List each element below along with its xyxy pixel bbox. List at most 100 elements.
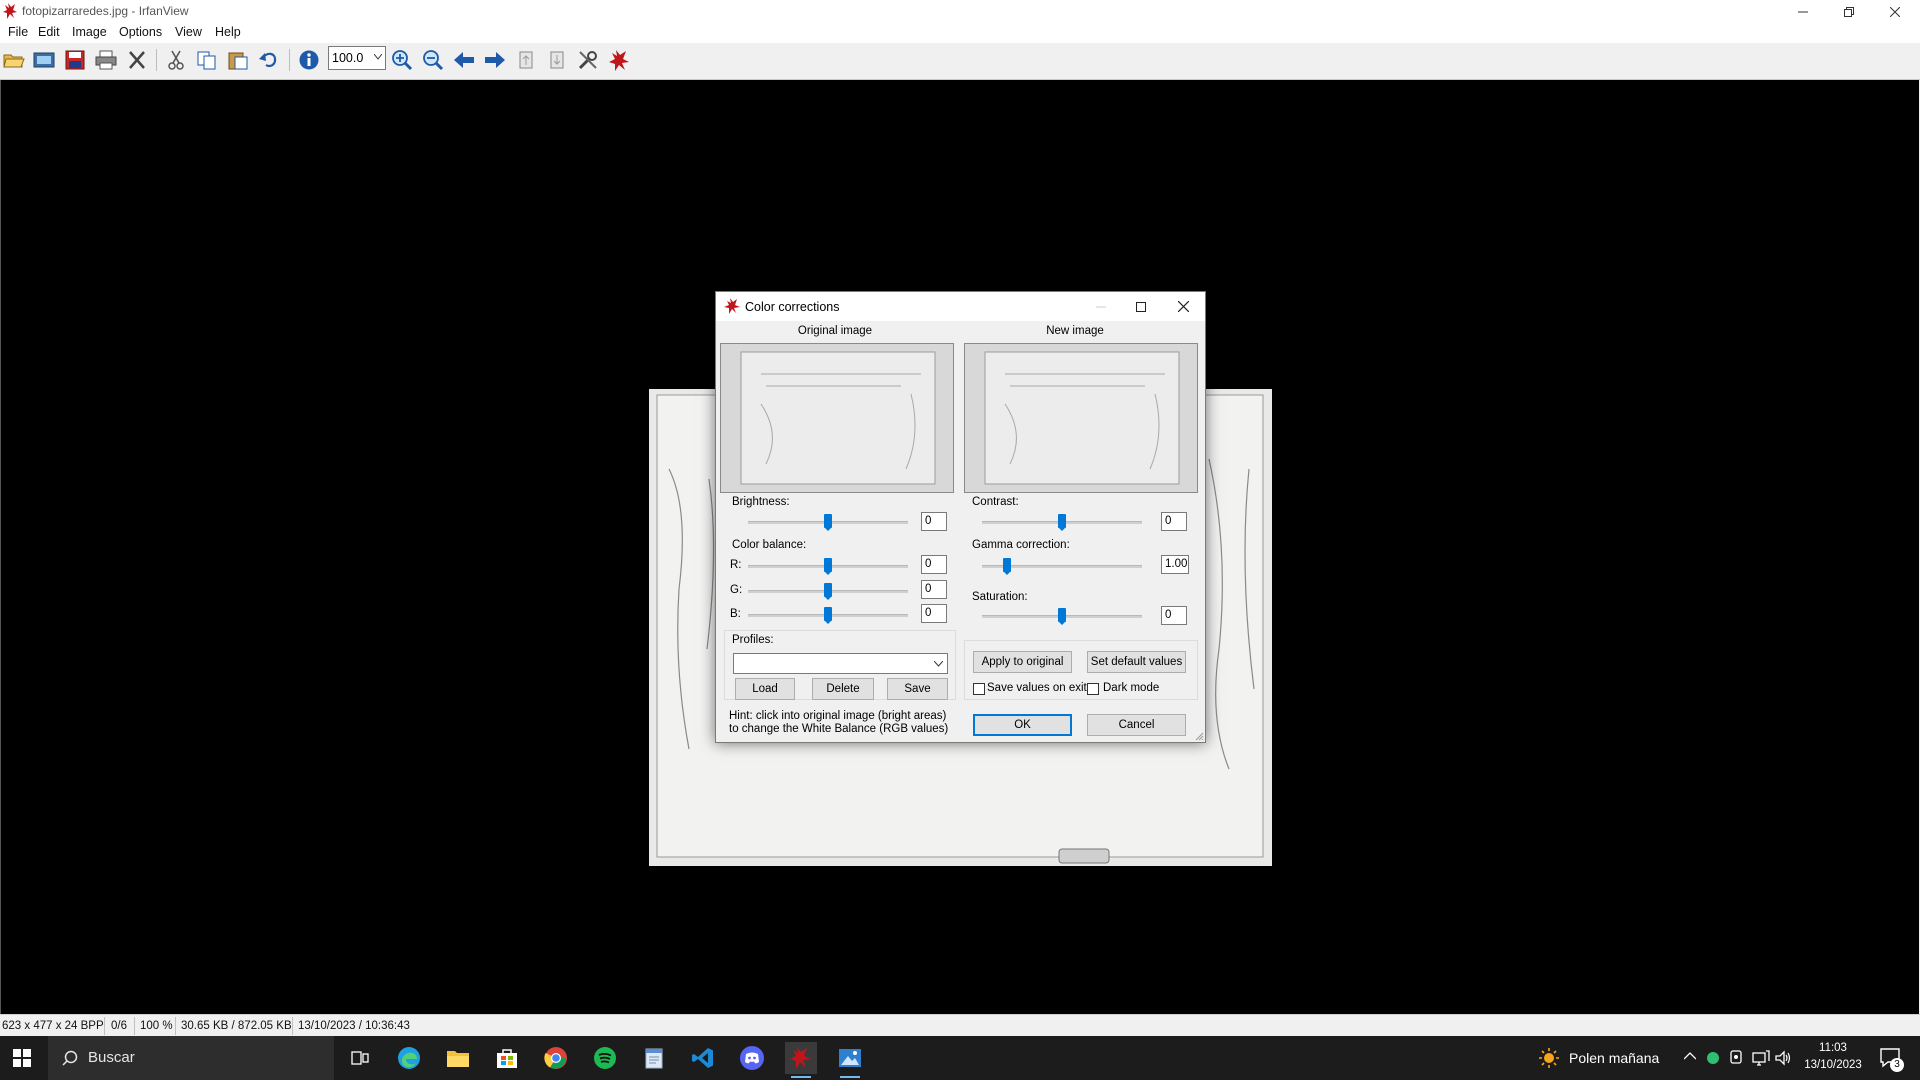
copy-icon [197,51,216,70]
gamma-slider-thumb[interactable] [1003,558,1011,575]
weather-icon [1539,1048,1559,1068]
b-slider-thumb[interactable] [824,607,832,624]
dialog-title-bar[interactable]: Color corrections [716,292,1205,321]
delete-profile-button[interactable]: Delete [812,678,874,700]
photos-taskbar-button[interactable] [834,1042,866,1078]
r-value[interactable]: 0 [921,555,947,574]
print-button[interactable] [93,47,119,73]
minimize-button[interactable] [1780,0,1826,24]
dialog-minimize-button[interactable] [1081,292,1121,321]
irfanview-icon [609,50,629,71]
zoom-out-button[interactable] [420,47,446,73]
info-button[interactable] [296,47,322,73]
resize-grip-icon[interactable] [1194,731,1204,741]
saturation-value[interactable]: 0 [1161,606,1187,625]
paste-icon [228,52,248,70]
brightness-slider-thumb[interactable] [824,514,832,531]
g-slider-thumb[interactable] [824,583,832,600]
zoom-in-icon [392,50,413,71]
save-button[interactable] [62,47,88,73]
notepad-taskbar-button[interactable] [638,1042,670,1074]
close-icon [1177,301,1189,312]
app-status-icon[interactable] [1706,1051,1720,1065]
load-profile-button[interactable]: Load [735,678,795,700]
notifications-button[interactable]: 3 [1876,1044,1906,1072]
original-image-label: Original image [797,325,873,337]
save-values-on-exit-checkbox[interactable] [973,683,985,695]
volume-icon[interactable] [1774,1049,1792,1067]
menu-view[interactable]: View [175,25,202,39]
menu-edit[interactable]: Edit [38,25,60,39]
hint-text: Hint: click into original image (bright … [729,710,949,735]
copy-button[interactable] [194,47,220,73]
status-separator [104,1017,105,1035]
chevron-up-icon[interactable] [1684,1052,1696,1060]
profiles-combobox[interactable] [733,653,948,674]
original-image-preview[interactable] [720,343,954,493]
taskbar-date[interactable]: 13/10/2023 [1800,1059,1866,1071]
zoom-value: 100.0 [332,51,364,65]
photos-icon [839,1049,861,1067]
dialog-close-button[interactable] [1161,292,1205,321]
saturation-slider-thumb[interactable] [1058,608,1066,625]
search-icon [62,1050,78,1066]
original-thumbnail [721,344,953,492]
new-image-label: New image [1046,325,1104,337]
apply-to-original-button[interactable]: Apply to original [973,651,1072,673]
paste-button[interactable] [225,47,251,73]
weather-text[interactable]: Polen mañana [1569,1050,1659,1066]
status-separator [134,1017,135,1035]
edge-taskbar-button[interactable] [393,1042,425,1074]
menu-help[interactable]: Help [215,25,241,39]
spotify-taskbar-button[interactable] [589,1042,621,1074]
g-value[interactable]: 0 [921,580,947,599]
menu-image[interactable]: Image [72,25,107,39]
last-page-button[interactable] [544,47,570,73]
vscode-icon [692,1048,713,1068]
save-profile-button[interactable]: Save [887,678,948,700]
ok-button[interactable]: OK [973,714,1072,736]
open-button[interactable] [1,47,27,73]
vscode-taskbar-button[interactable] [687,1042,719,1074]
slideshow-button[interactable] [31,47,57,73]
delete-button[interactable] [124,47,150,73]
contrast-value[interactable]: 0 [1161,512,1187,531]
brightness-value[interactable]: 0 [921,512,947,531]
meet-now-icon[interactable] [1728,1049,1744,1067]
store-taskbar-button[interactable] [491,1042,523,1074]
previous-button[interactable] [451,47,477,73]
zoom-in-button[interactable] [389,47,415,73]
taskbar-search[interactable]: Buscar [48,1036,334,1080]
start-button[interactable] [6,1042,38,1074]
cancel-button[interactable]: Cancel [1087,714,1186,736]
task-view-button[interactable] [344,1042,376,1074]
restore-button[interactable] [1826,0,1872,24]
contrast-slider-thumb[interactable] [1058,514,1066,531]
first-page-button[interactable] [513,47,539,73]
b-value[interactable]: 0 [921,604,947,623]
gamma-value[interactable]: 1.00 [1161,555,1189,574]
close-button[interactable] [1872,0,1918,24]
r-slider-thumb[interactable] [824,558,832,575]
discord-taskbar-button[interactable] [736,1042,768,1074]
dark-mode-checkbox[interactable] [1087,683,1099,695]
open-icon [3,54,25,68]
irfanview-icon [724,298,740,314]
file-explorer-taskbar-button[interactable] [442,1042,474,1074]
chrome-taskbar-button[interactable] [540,1042,572,1074]
menu-file[interactable]: File [8,25,28,39]
irfanview-about-button[interactable] [606,47,632,73]
cut-button[interactable] [163,47,189,73]
undo-icon [259,52,277,68]
taskbar-time[interactable]: 11:03 [1808,1042,1858,1054]
irfanview-taskbar-button[interactable] [785,1042,817,1078]
menu-options[interactable]: Options [119,25,162,39]
minimize-icon [1096,306,1106,307]
undo-button[interactable] [256,47,282,73]
network-icon[interactable] [1752,1049,1770,1067]
settings-button[interactable] [575,47,601,73]
zoom-combobox[interactable]: 100.0 [328,46,386,70]
next-button[interactable] [482,47,508,73]
set-default-values-button[interactable]: Set default values [1087,651,1186,673]
dialog-maximize-button[interactable] [1121,292,1161,321]
